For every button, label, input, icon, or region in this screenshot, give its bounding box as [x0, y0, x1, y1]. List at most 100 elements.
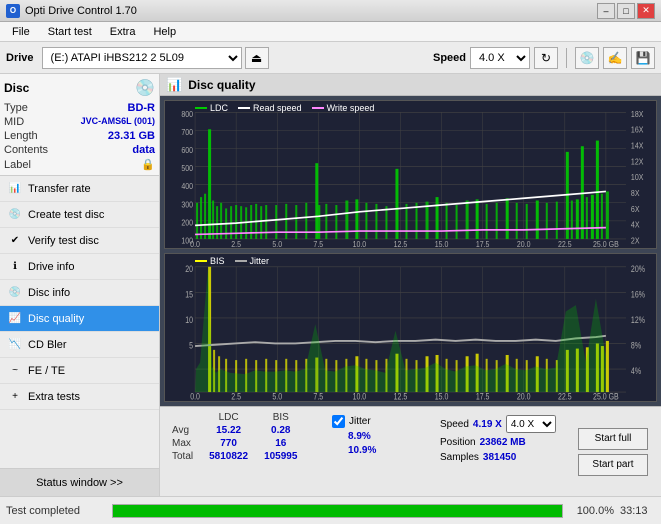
extra-tests-icon: + [8, 390, 22, 404]
drive-label: Drive [6, 52, 34, 64]
legend-write-speed-label: Write speed [327, 103, 375, 113]
sidebar-item-extra-tests[interactable]: + Extra tests [0, 384, 159, 410]
samples-row: Samples 381450 [440, 452, 570, 463]
disc-label-key: Label [4, 159, 31, 171]
progress-bar-container [112, 504, 563, 518]
charts-area: LDC Read speed Write speed [160, 96, 661, 406]
menu-extra[interactable]: Extra [102, 24, 144, 40]
svg-text:400: 400 [181, 182, 193, 192]
ldc-bis-table: LDC BIS Avg 15.22 0.28 Max 770 [164, 411, 324, 492]
jitter-checkbox[interactable] [332, 415, 345, 428]
write-button[interactable]: ✍ [603, 47, 627, 69]
bis-chart-svg: 20 15 10 5 0.0 2.5 5.0 7.5 10.0 12.5 15.… [165, 254, 656, 401]
eject-button[interactable]: ⏏ [245, 47, 269, 69]
svg-text:5.0: 5.0 [272, 392, 282, 401]
legend-bis-color [195, 260, 207, 262]
sidebar-item-transfer-rate[interactable]: 📊 Transfer rate [0, 176, 159, 202]
content-area: 📊 Disc quality LDC Read speed [160, 74, 661, 496]
status-window-button[interactable]: Status window >> [0, 468, 159, 496]
sidebar-item-label: FE / TE [28, 365, 65, 377]
sidebar-item-cd-bler[interactable]: 📉 CD Bler [0, 332, 159, 358]
disc-label-icon: 🔒 [141, 158, 155, 171]
sidebar-item-label: CD Bler [28, 339, 67, 351]
ldc-chart: LDC Read speed Write speed [164, 100, 657, 249]
start-part-button[interactable]: Start part [578, 454, 648, 476]
content-header: 📊 Disc quality [160, 74, 661, 96]
svg-text:12%: 12% [631, 315, 645, 325]
menu-start-test[interactable]: Start test [40, 24, 100, 40]
sidebar-item-verify-test-disc[interactable]: ✔ Verify test disc [0, 228, 159, 254]
svg-text:700: 700 [181, 128, 193, 138]
disc-button[interactable]: 💿 [575, 47, 599, 69]
jitter-section: Jitter 8.9% 10.9% [332, 415, 432, 492]
minimize-button[interactable]: – [597, 3, 615, 19]
legend-read-speed-color [238, 107, 250, 109]
sidebar-item-label: Transfer rate [28, 183, 91, 195]
maximize-button[interactable]: □ [617, 3, 635, 19]
disc-length-value: 23.31 GB [108, 130, 155, 142]
legend-jitter-color [235, 260, 247, 262]
stats-avg-ldc: 15.22 [201, 424, 256, 437]
drive-select[interactable]: (E:) ATAPI iHBS212 2 5L09 [42, 47, 242, 69]
svg-text:20.0: 20.0 [517, 392, 531, 401]
disc-type-label: Type [4, 102, 28, 114]
legend-read-speed: Read speed [238, 103, 302, 113]
speed-value: 4.19 X [473, 419, 502, 430]
svg-text:4%: 4% [631, 366, 641, 376]
samples-value: 381450 [483, 452, 516, 463]
disc-title: Disc [4, 81, 29, 95]
stats-max-ldc: 770 [201, 437, 256, 450]
stats-col-ldc: LDC [201, 411, 256, 424]
sidebar-item-disc-info[interactable]: 💿 Disc info [0, 280, 159, 306]
svg-text:10: 10 [185, 315, 193, 325]
disc-contents-value: data [132, 144, 155, 156]
svg-text:16%: 16% [631, 290, 645, 300]
stats-bar: LDC BIS Avg 15.22 0.28 Max 770 [160, 406, 661, 496]
fe-te-icon: ~ [8, 364, 22, 378]
menu-file[interactable]: File [4, 24, 38, 40]
disc-length-label: Length [4, 130, 38, 142]
refresh-button[interactable]: ↻ [534, 47, 558, 69]
svg-text:2.5: 2.5 [231, 239, 241, 248]
menu-help[interactable]: Help [145, 24, 184, 40]
disc-panel: Disc 💿 Type BD-R MID JVC-AMS6L (001) Len… [0, 74, 159, 176]
time-text: 33:13 [620, 505, 655, 517]
disc-mid-row: MID JVC-AMS6L (001) [4, 116, 155, 128]
sidebar-item-fe-te[interactable]: ~ FE / TE [0, 358, 159, 384]
disc-panel-icon: 💿 [135, 78, 155, 98]
close-button[interactable]: ✕ [637, 3, 655, 19]
sidebar-item-drive-info[interactable]: ℹ Drive info [0, 254, 159, 280]
legend-bis: BIS [195, 256, 225, 266]
svg-text:800: 800 [181, 109, 193, 119]
legend-bis-label: BIS [210, 256, 225, 266]
title-bar: O Opti Drive Control 1.70 – □ ✕ [0, 0, 661, 22]
disc-length-row: Length 23.31 GB [4, 130, 155, 142]
position-label: Position [440, 437, 476, 448]
legend-jitter-label: Jitter [250, 256, 270, 266]
drive-info-icon: ℹ [8, 260, 22, 274]
bis-chart: BIS Jitter [164, 253, 657, 402]
progress-text: 100.0% [569, 505, 614, 517]
legend-jitter: Jitter [235, 256, 270, 266]
disc-type-row: Type BD-R [4, 102, 155, 114]
verify-test-disc-icon: ✔ [8, 234, 22, 248]
speed-select[interactable]: 4.0 X [470, 47, 530, 69]
disc-label-row: Label 🔒 [4, 158, 155, 171]
sidebar-item-disc-quality[interactable]: 📈 Disc quality [0, 306, 159, 332]
window-title: Opti Drive Control 1.70 [25, 5, 137, 17]
menu-bar: File Start test Extra Help [0, 22, 661, 42]
cd-bler-icon: 📉 [8, 338, 22, 352]
start-full-button[interactable]: Start full [578, 428, 648, 450]
speed-select-stats[interactable]: 4.0 X [506, 415, 556, 433]
create-test-disc-icon: 💿 [8, 208, 22, 222]
status-bar: Test completed 100.0% 33:13 [0, 496, 661, 524]
stats-col-bis: BIS [256, 411, 305, 424]
svg-text:22.5: 22.5 [558, 392, 572, 401]
svg-text:6X: 6X [631, 204, 640, 214]
stats-max-row: Max 770 16 [164, 437, 305, 450]
sidebar-item-create-test-disc[interactable]: 💿 Create test disc [0, 202, 159, 228]
save-button[interactable]: 💾 [631, 47, 655, 69]
svg-text:0.0: 0.0 [190, 392, 200, 401]
legend-ldc-label: LDC [210, 103, 228, 113]
svg-text:10.0: 10.0 [353, 239, 367, 248]
